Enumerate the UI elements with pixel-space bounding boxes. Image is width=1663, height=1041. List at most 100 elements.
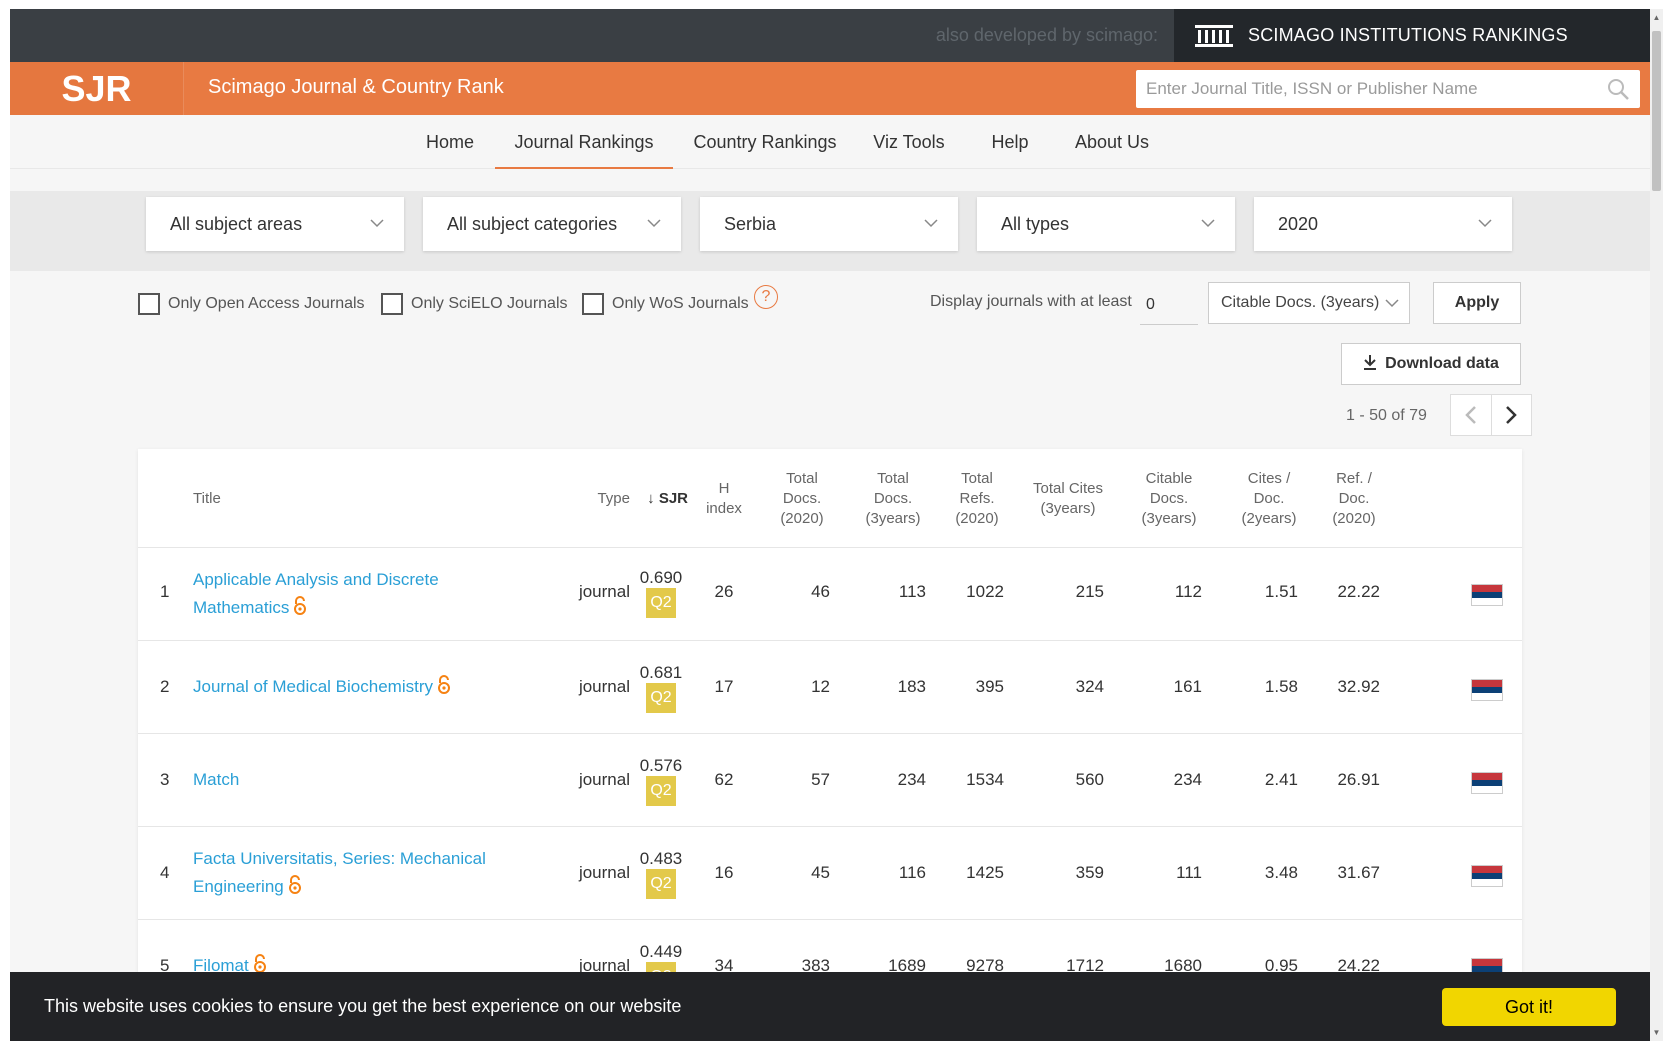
scielo-checkbox[interactable]: Only SciELO Journals xyxy=(381,293,568,315)
got-it-button[interactable]: Got it! xyxy=(1442,988,1616,1026)
header-total-cites[interactable]: Total Cites (3years) xyxy=(1018,479,1118,519)
scimago-institutions-link[interactable]: SCIMAGO INSTITUTIONS RANKINGS xyxy=(1174,9,1650,62)
type-dropdown[interactable]: All types xyxy=(977,197,1235,251)
sjr-cell: 0.576 Q2 xyxy=(634,756,688,806)
open-access-label: Only Open Access Journals xyxy=(168,295,365,312)
subject-area-dropdown[interactable]: All subject areas xyxy=(146,197,404,251)
total-cites: 324 xyxy=(1075,677,1104,696)
search-icon[interactable] xyxy=(1606,77,1630,101)
header-cites-doc[interactable]: Cites / Doc. (2years) xyxy=(1232,469,1306,529)
chevron-down-icon xyxy=(1478,219,1492,228)
checkbox-box[interactable] xyxy=(138,293,160,315)
sort-down-arrow-icon: ↓ xyxy=(647,490,659,507)
citable-docs-select[interactable]: Citable Docs. (3years) xyxy=(1208,282,1410,324)
wos-checkbox[interactable]: Only WoS Journals xyxy=(582,293,749,315)
pagination xyxy=(1450,394,1532,436)
table-row: 2 Journal of Medical Biochemistry journa… xyxy=(138,641,1522,734)
next-page-button[interactable] xyxy=(1490,395,1531,435)
chevron-left-icon xyxy=(1465,406,1476,424)
total-docs-2020: 12 xyxy=(811,677,830,696)
download-data-button[interactable]: Download data xyxy=(1341,343,1521,385)
serbia-flag-icon[interactable] xyxy=(1471,772,1503,794)
type: journal xyxy=(578,677,630,696)
apply-button[interactable]: Apply xyxy=(1433,282,1521,324)
open-access-checkbox[interactable]: Only Open Access Journals xyxy=(138,293,365,315)
also-developed-text: also developed by scimago: xyxy=(935,25,1158,45)
sjr-value: 0.690 xyxy=(639,568,683,587)
serbia-flag-icon[interactable] xyxy=(1471,865,1503,887)
scrollbar-thumb[interactable] xyxy=(1652,31,1661,191)
table-row: 1 Applicable Analysis and Discrete Mathem… xyxy=(138,548,1522,641)
header-sjr[interactable]: ↓ SJR xyxy=(634,489,688,509)
header-h-index[interactable]: Hindex xyxy=(698,479,750,519)
help-icon[interactable]: ? xyxy=(754,285,778,309)
sjr-logo[interactable]: SJR xyxy=(10,62,184,115)
filter-bar: All subject areas All subject categories… xyxy=(10,191,1650,271)
journal-table: Title Type ↓ SJR Hindex Total Docs. (2020)… xyxy=(138,449,1522,1041)
serbia-flag-icon[interactable] xyxy=(1471,679,1503,701)
rank: 4 xyxy=(160,863,170,882)
country-value: Serbia xyxy=(724,214,777,234)
total-docs-2020: 46 xyxy=(811,582,830,601)
subject-area-value: All subject areas xyxy=(170,214,303,234)
min-citable-input[interactable] xyxy=(1140,285,1198,325)
type: journal xyxy=(578,582,630,601)
header-total-docs-3y[interactable]: Total Docs. (3years) xyxy=(856,469,930,529)
ref-doc: 32.92 xyxy=(1337,677,1380,696)
cookie-banner: This website uses cookies to ensure you … xyxy=(10,972,1650,1041)
serbia-flag-icon[interactable] xyxy=(1471,584,1503,606)
rank: 2 xyxy=(160,677,170,696)
journal-title[interactable]: Applicable Analysis and Discrete Mathemat… xyxy=(193,566,593,622)
header-type[interactable]: Type xyxy=(568,489,630,509)
table-row: 3 Match journal 0.576 Q2 62 57 234 1534 5… xyxy=(138,734,1522,827)
nav-home[interactable]: Home xyxy=(410,115,490,169)
total-docs-2020: 45 xyxy=(811,863,830,882)
journal-title[interactable]: Journal of Medical Biochemistry xyxy=(193,673,593,701)
nav-viz-tools[interactable]: Viz Tools xyxy=(860,115,958,169)
quartile-badge: Q2 xyxy=(646,588,676,618)
total-docs-3y: 234 xyxy=(897,770,926,789)
country-dropdown[interactable]: Serbia xyxy=(700,197,958,251)
checkbox-box[interactable] xyxy=(381,293,403,315)
sjr-cell: 0.483 Q2 xyxy=(634,849,688,899)
journal-title[interactable]: Facta Universitatis, Series: Mechanical E… xyxy=(193,845,593,901)
cites-doc: 1.58 xyxy=(1264,677,1298,696)
total-cites: 359 xyxy=(1075,863,1104,882)
ref-doc: 26.91 xyxy=(1337,770,1380,789)
open-access-icon xyxy=(253,954,266,973)
h-index: 17 xyxy=(714,677,734,696)
nav-help[interactable]: Help xyxy=(980,115,1040,169)
sjr-value: 0.449 xyxy=(639,942,683,961)
nav-journal-rankings[interactable]: Journal Rankings xyxy=(495,115,673,169)
cites-doc: 1.51 xyxy=(1264,582,1298,601)
scroll-down-arrow-icon[interactable]: ▼ xyxy=(1652,1028,1661,1037)
sir-label: SCIMAGO INSTITUTIONS RANKINGS xyxy=(1248,25,1568,45)
year-dropdown[interactable]: 2020 xyxy=(1254,197,1512,251)
table-row: 4 Facta Universitatis, Series: Mechanica… xyxy=(138,827,1522,920)
search-box xyxy=(1136,70,1640,108)
search-input[interactable] xyxy=(1136,70,1640,108)
subject-category-dropdown[interactable]: All subject categories xyxy=(423,197,681,251)
scroll-up-arrow-icon[interactable]: ▲ xyxy=(1652,13,1661,22)
header-total-refs[interactable]: Total Refs. (2020) xyxy=(944,469,1010,529)
header-citable-docs[interactable]: Citable Docs. (3years) xyxy=(1132,469,1206,529)
prev-page-button[interactable] xyxy=(1451,395,1491,435)
citable-docs: 161 xyxy=(1173,677,1202,696)
citable-docs: 112 xyxy=(1174,582,1202,601)
total-refs: 1534 xyxy=(966,770,1004,789)
type: journal xyxy=(578,863,630,882)
header-ref-doc[interactable]: Ref. / Doc. (2020) xyxy=(1324,469,1384,529)
page-scrollbar[interactable]: ▲ ▼ xyxy=(1650,9,1663,1041)
journal-title[interactable]: Match xyxy=(193,766,593,794)
site-name[interactable]: Scimago Journal & Country Rank xyxy=(208,76,504,99)
rank: 3 xyxy=(160,770,170,789)
ref-doc: 22.22 xyxy=(1337,582,1380,601)
nav-about-us[interactable]: About Us xyxy=(1056,115,1168,169)
citable-docs: 111 xyxy=(1176,863,1202,882)
open-access-icon xyxy=(294,596,307,615)
total-cites: 215 xyxy=(1075,582,1104,601)
checkbox-box[interactable] xyxy=(582,293,604,315)
header-total-docs-2020[interactable]: Total Docs. (2020) xyxy=(768,469,836,529)
header-title[interactable]: Title xyxy=(193,489,221,509)
nav-country-rankings[interactable]: Country Rankings xyxy=(690,115,840,169)
